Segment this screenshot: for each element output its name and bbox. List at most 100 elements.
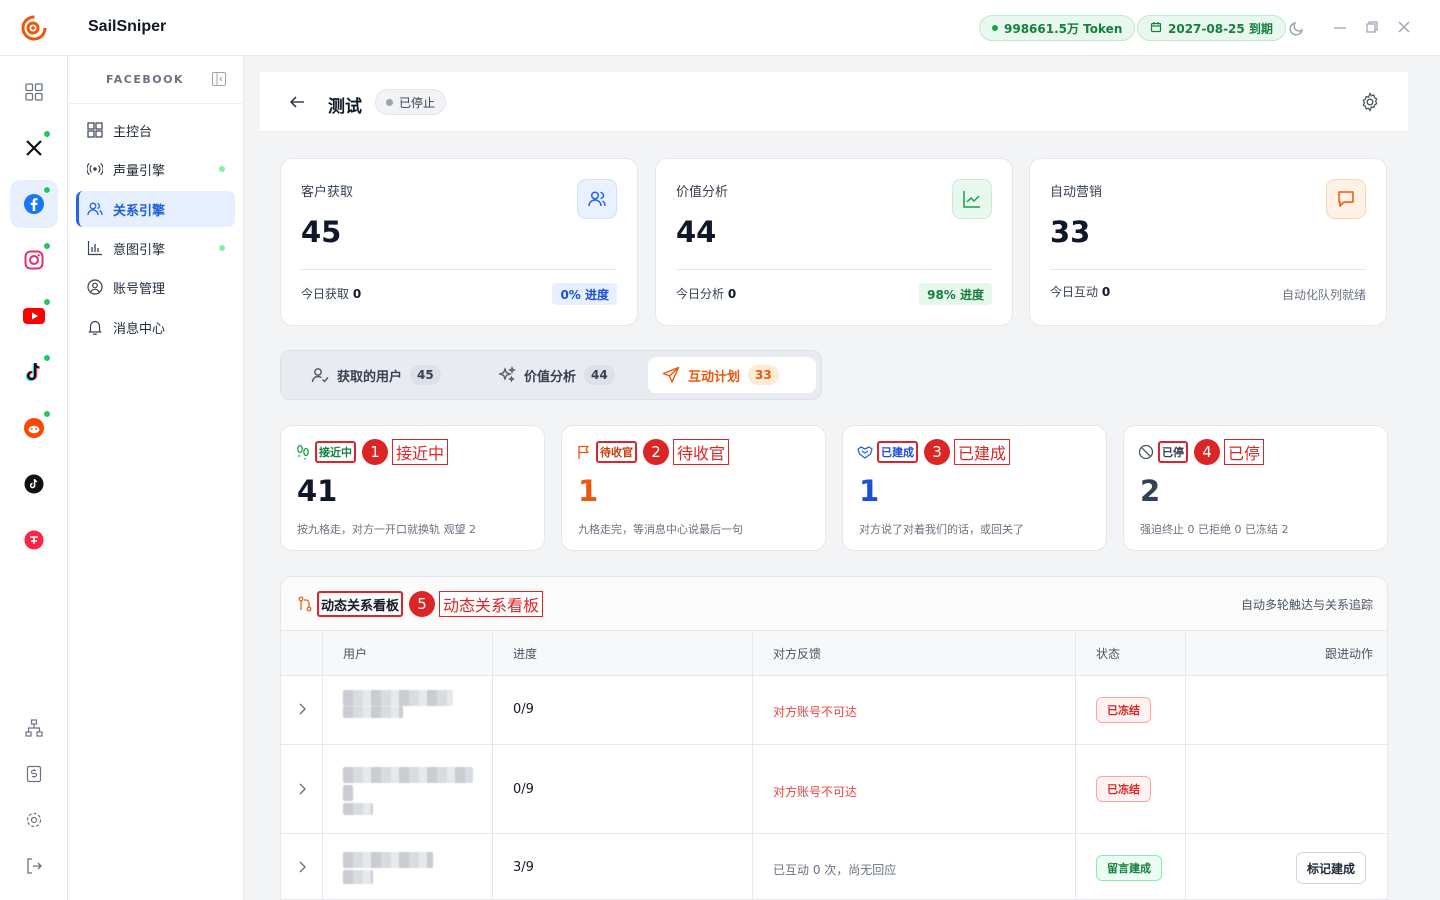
sidebar-item-label: 主控台 [113, 124, 153, 140]
progress-value: 3/9 [513, 860, 534, 875]
sidebar-section-title: FACEBOOK [106, 73, 184, 86]
stat-value: 45 [301, 215, 342, 249]
table-row[interactable]: 0/9 对方账号不可达 已冻结 [281, 676, 1387, 745]
back-arrow-icon[interactable] [288, 93, 306, 115]
redacted-username [343, 852, 433, 868]
reddit-platform-icon[interactable] [10, 404, 58, 452]
progress-value: 0/9 [513, 782, 534, 797]
online-dot-icon [43, 242, 51, 250]
bar-chart-icon [87, 240, 103, 256]
close-icon[interactable] [1397, 20, 1411, 38]
sitemap-icon[interactable] [10, 704, 58, 752]
redacted-username [343, 785, 353, 801]
user-check-icon [311, 366, 329, 384]
annotation-marker: 4 [1194, 439, 1220, 465]
status-badge: 已冻结 [1096, 776, 1151, 802]
top-bar: SailSniper 998661.5万 Token 2027-08-25 到期 [0, 0, 1440, 56]
stat-sub: 今日分析 0 [676, 285, 736, 302]
table-row[interactable]: 0/9 对方账号不可达 已冻结 [281, 745, 1387, 834]
sidebar-item-message-center[interactable]: 消息中心 [76, 309, 235, 345]
online-dot-icon [43, 410, 51, 418]
stage-header: 已停 4 已停 [1138, 439, 1265, 465]
annotation-marker: 5 [409, 591, 436, 617]
page-header: 测试 已停止 [260, 72, 1408, 132]
sidebar-item-dashboard[interactable]: 主控台 [76, 112, 235, 148]
stage-card-stopped[interactable]: 已停 4 已停 2 强迫终止 0 已拒绝 0 已冻结 2 [1123, 425, 1388, 551]
feedback-text: 对方账号不可达 [773, 785, 858, 799]
stage-card-approaching[interactable]: 接近中 1 接近中 41 按九格走，对方一开口就换轨 观望 2 [280, 425, 545, 551]
view-tabs: 获取的用户 45 价值分析 44 互动计划 33 [280, 350, 822, 400]
tab-acquired-users[interactable]: 获取的用户 45 [297, 357, 455, 393]
redacted-username [343, 690, 453, 706]
flag-icon [576, 444, 592, 460]
status-dot-icon [219, 245, 225, 251]
logout-icon[interactable] [10, 842, 58, 890]
line-chart-icon [952, 179, 992, 219]
billing-icon[interactable] [10, 750, 58, 798]
settings-gear-icon[interactable] [10, 796, 58, 844]
tab-interaction-plan[interactable]: 互动计划 33 [648, 357, 816, 393]
table-header: 用户 进度 对方反馈 状态 跟进动作 [281, 631, 1387, 676]
xiaohongshu-platform-icon[interactable] [10, 516, 58, 564]
board-subtitle: 自动多轮触达与关系追踪 [1240, 598, 1373, 612]
chevron-right-icon[interactable] [297, 860, 309, 878]
tab-value-analysis[interactable]: 价值分析 44 [484, 357, 629, 393]
tab-count: 44 [584, 365, 615, 385]
users-icon [577, 179, 617, 219]
sidebar-item-relationship-engine[interactable]: 关系引擎 [76, 191, 235, 227]
stat-label: 自动营销 [1050, 185, 1103, 200]
instagram-platform-icon[interactable] [10, 236, 58, 284]
status-dot-icon [992, 25, 998, 31]
expiry-badge[interactable]: 2027-08-25 到期 [1137, 15, 1286, 41]
column-header-status: 状态 [1096, 647, 1121, 661]
facebook-platform-icon[interactable] [10, 180, 58, 228]
sidebar-item-account-management[interactable]: 账号管理 [76, 269, 235, 305]
feedback-text: 对方账号不可达 [773, 705, 858, 719]
youtube-platform-icon[interactable] [10, 292, 58, 340]
stage-card-established[interactable]: 已建成 3 已建成 1 对方说了对着我们的话，或回关了 [842, 425, 1107, 551]
token-balance-badge[interactable]: 998661.5万 Token [979, 15, 1136, 41]
stage-count: 1 [578, 474, 599, 508]
stage-card-pending-close[interactable]: 待收官 2 待收官 1 九格走完，等消息中心说最后一句 [561, 425, 826, 551]
annotation-label: 待收官 [673, 439, 730, 465]
redacted-username [343, 870, 373, 884]
restore-icon[interactable] [1365, 20, 1379, 38]
collapse-sidebar-icon[interactable] [212, 72, 226, 90]
progress-value: 0/9 [513, 702, 534, 717]
tiktok-alt-platform-icon[interactable] [10, 460, 58, 508]
column-header-user: 用户 [343, 647, 368, 661]
mark-established-button[interactable]: 标记建成 [1296, 852, 1367, 884]
table-row[interactable]: 3/9 已互动 0 次，尚无回应 留言建成 标记建成 [281, 834, 1387, 899]
stage-description: 按九格走，对方一开口就换轨 观望 2 [297, 523, 476, 536]
x-platform-icon[interactable] [10, 124, 58, 172]
tiktok-platform-icon[interactable] [10, 348, 58, 396]
tab-label: 价值分析 [524, 369, 577, 385]
stage-tag: 待收官 [596, 441, 637, 463]
sidebar: FACEBOOK 主控台 声量引擎 关系引擎 意图引擎 账号管理 消息中心 [68, 56, 244, 900]
online-dot-icon [43, 186, 51, 194]
online-dot-icon [43, 130, 51, 138]
apps-grid-icon[interactable] [10, 68, 58, 116]
moon-icon[interactable] [1288, 19, 1306, 41]
status-badge: 已冻结 [1096, 697, 1151, 723]
status-badge: 留言建成 [1096, 855, 1162, 881]
stat-card-auto-marketing: 自动营销 33 今日互动 0 自动化队列就绪 [1029, 158, 1387, 326]
column-header-progress: 进度 [513, 647, 538, 661]
status-badge: 已停止 [375, 89, 447, 115]
minimize-icon[interactable] [1333, 20, 1347, 38]
feedback-text: 已互动 0 次，尚无回应 [773, 863, 897, 877]
tab-count: 33 [748, 365, 779, 385]
chevron-right-icon[interactable] [297, 702, 309, 720]
sidebar-item-label: 声量引擎 [113, 163, 166, 179]
stat-label: 客户获取 [301, 185, 354, 200]
chevron-right-icon[interactable] [297, 782, 309, 800]
sidebar-item-label: 关系引擎 [113, 203, 166, 219]
sidebar-item-volume-engine[interactable]: 声量引擎 [76, 151, 235, 187]
settings-gear-icon[interactable] [1360, 92, 1380, 116]
sidebar-item-intent-engine[interactable]: 意图引擎 [76, 230, 235, 266]
column-header-feedback: 对方反馈 [773, 647, 822, 661]
stat-sub-label: 今日互动 [1050, 285, 1099, 299]
annotation-marker: 2 [643, 439, 669, 465]
stat-sub-value: 0 [1101, 285, 1111, 299]
status-dot-icon [386, 98, 393, 106]
